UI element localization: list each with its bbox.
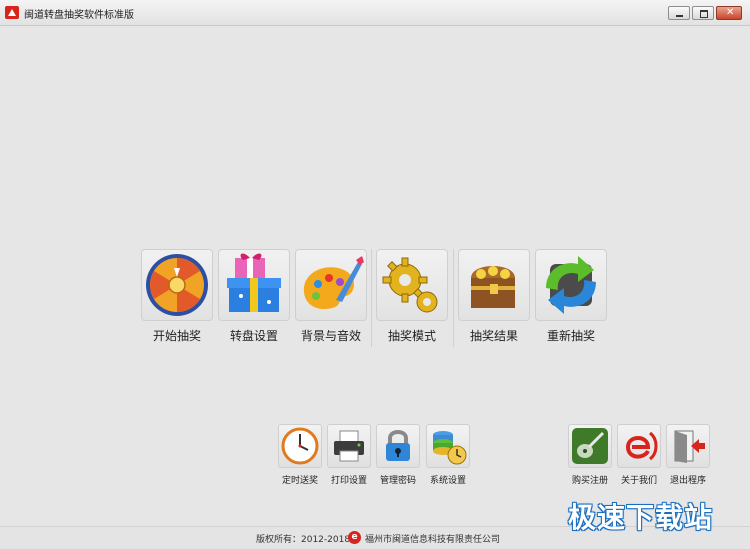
admin-password-label: 管理密码 xyxy=(379,476,416,486)
window-controls: ✕ xyxy=(668,6,742,20)
timed-award-label: 定时送奖 xyxy=(281,476,318,486)
system-settings-button[interactable]: 系统设置 xyxy=(426,424,472,486)
prize-wheel-icon xyxy=(146,254,208,316)
about-us-button[interactable]: 关于我们 xyxy=(617,424,663,486)
maximize-icon xyxy=(700,10,708,18)
redraw-button[interactable]: 重新抽奖 xyxy=(535,249,609,344)
exit-door-icon xyxy=(674,430,705,463)
gears-icon xyxy=(382,257,438,313)
purchase-register-label: 购买注册 xyxy=(571,476,608,486)
copyright-text: 版权所有：2012-2018 xyxy=(256,535,351,545)
purchase-register-button[interactable]: 购买注册 xyxy=(568,424,614,486)
paint-palette-icon xyxy=(303,256,364,310)
exit-program-label: 退出程序 xyxy=(669,476,706,486)
close-icon: ✕ xyxy=(726,7,735,18)
company-name: 福州市闽道信息科技有限责任公司 xyxy=(365,535,501,545)
app-logo-icon xyxy=(5,6,19,19)
database-clock-icon xyxy=(433,431,467,465)
treasure-chest-icon xyxy=(471,266,515,308)
timed-award-button[interactable]: 定时送奖 xyxy=(278,424,324,486)
gift-box-icon xyxy=(227,253,281,312)
wheel-settings-button[interactable]: 转盘设置 xyxy=(218,249,292,344)
close-button[interactable]: ✕ xyxy=(716,6,742,20)
watermark: 极速下载站 xyxy=(568,501,714,534)
about-us-label: 关于我们 xyxy=(620,476,657,486)
divider xyxy=(453,249,454,347)
clock-icon xyxy=(281,427,319,465)
background-sound-label: 背景与音效 xyxy=(300,329,361,343)
e-logo-icon xyxy=(625,431,658,461)
main-action-bar: 开始抽奖 转盘设置 背景与音效 抽奖模式 抽奖结果 重新抽奖 xyxy=(141,249,611,349)
lottery-results-label: 抽奖结果 xyxy=(469,329,518,343)
guitar-icon xyxy=(572,428,608,464)
lottery-mode-label: 抽奖模式 xyxy=(387,329,436,343)
system-settings-label: 系统设置 xyxy=(429,476,466,486)
window-title: 闽道转盘抽奖软件标准版 xyxy=(24,10,134,21)
print-settings-button[interactable]: 打印设置 xyxy=(327,424,373,486)
minimize-button[interactable] xyxy=(668,6,690,20)
padlock-icon xyxy=(386,430,410,461)
title-bar: 闽道转盘抽奖软件标准版 ✕ xyxy=(0,0,750,26)
admin-password-button[interactable]: 管理密码 xyxy=(376,424,422,486)
exit-program-button[interactable]: 退出程序 xyxy=(666,424,712,486)
wheel-settings-label: 转盘设置 xyxy=(229,329,278,343)
refresh-arrows-icon xyxy=(546,256,596,314)
redraw-label: 重新抽奖 xyxy=(546,329,595,343)
company-logo-icon: e xyxy=(348,531,361,544)
printer-icon xyxy=(334,430,364,462)
lottery-results-button[interactable]: 抽奖结果 xyxy=(458,249,532,344)
background-sound-button[interactable]: 背景与音效 xyxy=(295,249,369,344)
print-settings-label: 打印设置 xyxy=(330,476,367,486)
lottery-mode-button[interactable]: 抽奖模式 xyxy=(376,249,450,344)
maximize-button[interactable] xyxy=(692,6,714,20)
start-lottery-label: 开始抽奖 xyxy=(152,329,201,343)
start-lottery-button[interactable]: 开始抽奖 xyxy=(141,249,215,344)
minimize-icon xyxy=(676,15,683,17)
divider xyxy=(371,249,372,347)
